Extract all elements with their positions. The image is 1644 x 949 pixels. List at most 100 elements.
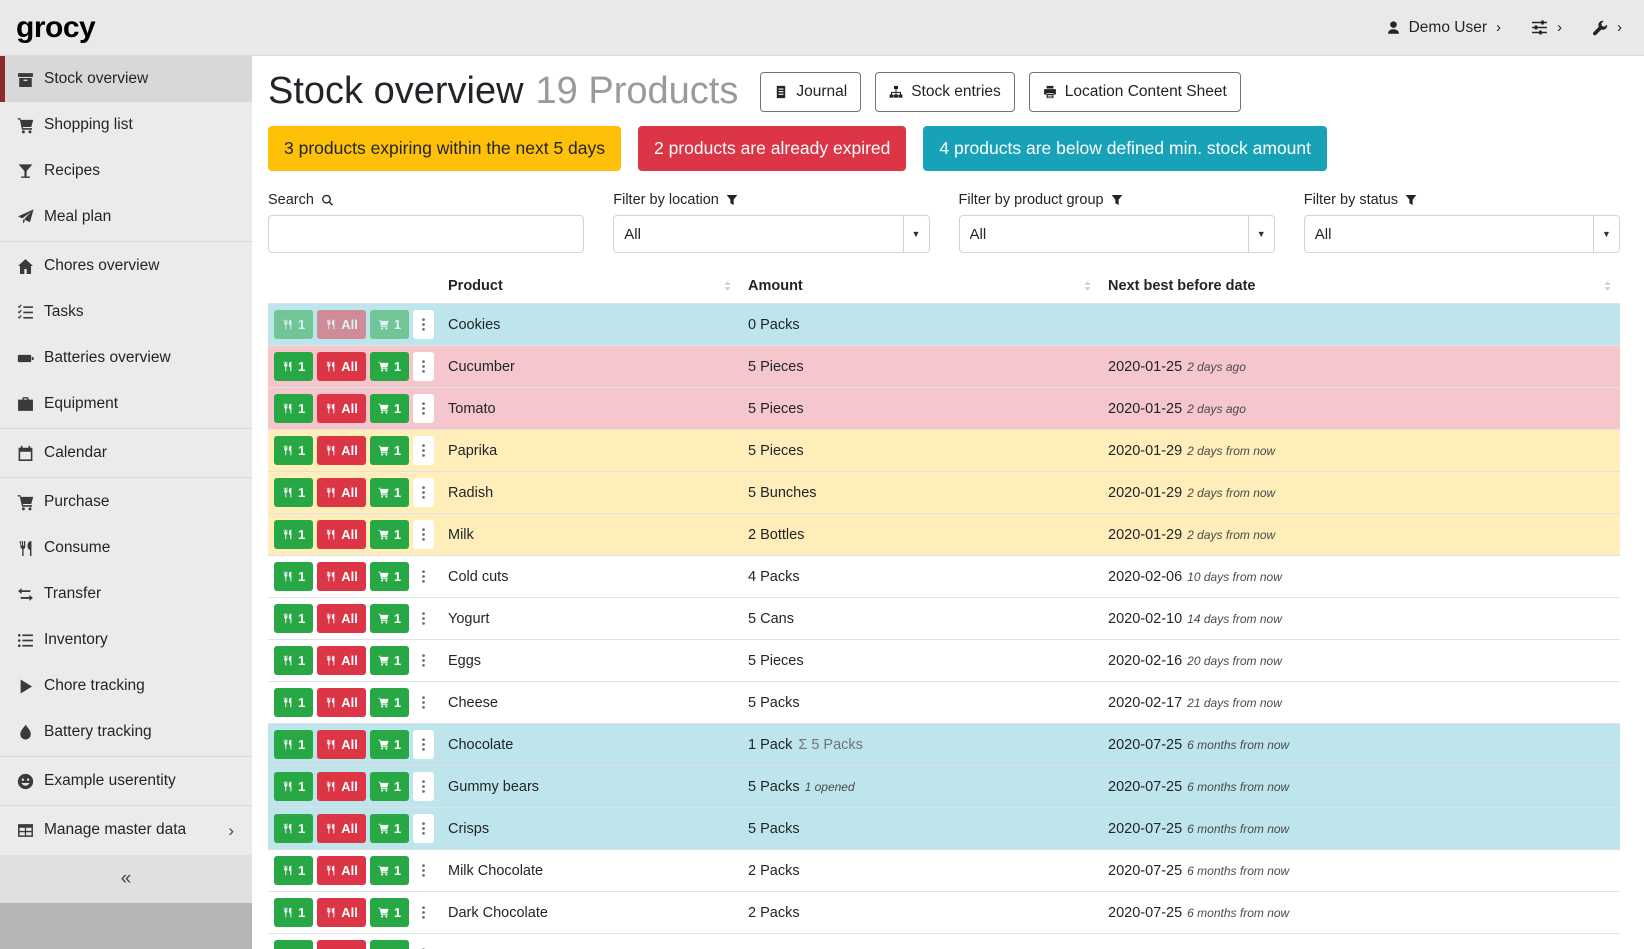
- row-menu-button[interactable]: [413, 856, 434, 885]
- consume-one-button[interactable]: 1: [274, 814, 313, 843]
- row-menu-button[interactable]: [413, 562, 434, 591]
- sidebar-item-equipment[interactable]: Equipment: [0, 381, 252, 427]
- add-to-shopping-list-button[interactable]: 1: [370, 478, 409, 507]
- expiring-soon-alert[interactable]: 3 products expiring within the next 5 da…: [268, 126, 621, 171]
- consume-all-button[interactable]: All: [317, 898, 366, 927]
- search-input[interactable]: [268, 215, 584, 253]
- consume-all-button[interactable]: All: [317, 520, 366, 549]
- consume-all-button[interactable]: All: [317, 394, 366, 423]
- row-menu-button[interactable]: [413, 814, 434, 843]
- row-menu-button[interactable]: [413, 604, 434, 633]
- add-to-shopping-list-button[interactable]: 1: [370, 520, 409, 549]
- consume-one-button[interactable]: 1: [274, 730, 313, 759]
- consume-all-button[interactable]: All: [317, 310, 366, 339]
- sidebar-item-chores-overview[interactable]: Chores overview: [0, 243, 252, 289]
- row-menu-button[interactable]: [413, 646, 434, 675]
- consume-all-button[interactable]: All: [317, 856, 366, 885]
- sidebar-item-consume[interactable]: Consume: [0, 525, 252, 571]
- add-to-shopping-list-button[interactable]: 1: [370, 688, 409, 717]
- sidebar-item-battery-tracking[interactable]: Battery tracking: [0, 709, 252, 755]
- sidebar-item-tasks[interactable]: Tasks: [0, 289, 252, 335]
- add-to-shopping-list-button[interactable]: 1: [370, 394, 409, 423]
- consume-one-button[interactable]: 1: [274, 688, 313, 717]
- sidebar-item-recipes[interactable]: Recipes: [0, 148, 252, 194]
- row-menu-button[interactable]: [413, 394, 434, 423]
- sidebar-item-chore-tracking[interactable]: Chore tracking: [0, 663, 252, 709]
- consume-all-button[interactable]: All: [317, 646, 366, 675]
- consume-one-button[interactable]: 1: [274, 520, 313, 549]
- status-filter-select[interactable]: All: [1304, 215, 1620, 253]
- consume-all-button[interactable]: All: [317, 604, 366, 633]
- row-menu-button[interactable]: [413, 898, 434, 927]
- consume-one-button[interactable]: 1: [274, 436, 313, 465]
- row-menu-button[interactable]: [413, 730, 434, 759]
- sidebar-item-calendar[interactable]: Calendar: [0, 430, 252, 476]
- expired-alert[interactable]: 2 products are already expired: [638, 126, 906, 171]
- below-min-stock-alert[interactable]: 4 products are below defined min. stock …: [923, 126, 1327, 171]
- consume-all-button[interactable]: All: [317, 730, 366, 759]
- sort-icon[interactable]: [1601, 280, 1614, 293]
- consume-all-button[interactable]: All: [317, 772, 366, 801]
- add-to-shopping-list-button[interactable]: 1: [370, 646, 409, 675]
- sidebar-item-shopping-list[interactable]: Shopping list: [0, 102, 252, 148]
- row-menu-button[interactable]: [413, 772, 434, 801]
- add-to-shopping-list-button[interactable]: 1: [370, 310, 409, 339]
- consume-one-button[interactable]: 1: [274, 646, 313, 675]
- amount-column-header[interactable]: Amount: [740, 269, 1100, 304]
- add-to-shopping-list-button[interactable]: 1: [370, 562, 409, 591]
- consume-one-button[interactable]: 1: [274, 856, 313, 885]
- add-to-shopping-list-button[interactable]: 1: [370, 814, 409, 843]
- sidebar-item-purchase[interactable]: Purchase: [0, 479, 252, 525]
- consume-one-button[interactable]: 1: [274, 562, 313, 591]
- add-to-shopping-list-button[interactable]: 1: [370, 730, 409, 759]
- stock-entries-button[interactable]: Stock entries: [875, 72, 1015, 112]
- consume-all-button[interactable]: All: [317, 436, 366, 465]
- row-menu-button[interactable]: [413, 478, 434, 507]
- settings-menu[interactable]: ›: [1531, 19, 1562, 36]
- sidebar-item-stock-overview[interactable]: Stock overview: [0, 56, 252, 102]
- app-logo[interactable]: grocy: [16, 11, 95, 45]
- consume-one-button[interactable]: 1: [274, 352, 313, 381]
- sidebar-collapse-button[interactable]: «: [0, 855, 252, 903]
- sidebar-item-example-userentity[interactable]: Example userentity: [0, 758, 252, 804]
- sidebar-item-inventory[interactable]: Inventory: [0, 617, 252, 663]
- consume-all-button[interactable]: All: [317, 562, 366, 591]
- location-filter-select[interactable]: All: [613, 215, 929, 253]
- sidebar-item-transfer[interactable]: Transfer: [0, 571, 252, 617]
- consume-one-button[interactable]: 1: [274, 604, 313, 633]
- consume-all-button[interactable]: All: [317, 352, 366, 381]
- consume-one-button[interactable]: 1: [274, 772, 313, 801]
- sidebar-item-meal-plan[interactable]: Meal plan: [0, 194, 252, 240]
- product-group-filter-select[interactable]: All: [959, 215, 1275, 253]
- product-column-header[interactable]: Product: [440, 269, 740, 304]
- add-to-shopping-list-button[interactable]: 1: [370, 898, 409, 927]
- consume-all-button[interactable]: All: [317, 814, 366, 843]
- journal-button[interactable]: Journal: [760, 72, 861, 112]
- sort-icon[interactable]: [721, 280, 734, 293]
- row-menu-button[interactable]: [413, 310, 434, 339]
- consume-all-button[interactable]: All: [317, 478, 366, 507]
- consume-one-button[interactable]: 1: [274, 394, 313, 423]
- consume-one-button[interactable]: 1: [274, 478, 313, 507]
- consume-one-button[interactable]: 1: [274, 310, 313, 339]
- best-before-column-header[interactable]: Next best before date: [1100, 269, 1620, 304]
- add-to-shopping-list-button[interactable]: 1: [370, 856, 409, 885]
- consume-one-button[interactable]: 1: [274, 898, 313, 927]
- row-menu-button[interactable]: [413, 520, 434, 549]
- consume-one-button[interactable]: 1: [274, 940, 313, 949]
- user-menu[interactable]: Demo User ›: [1386, 19, 1501, 37]
- row-menu-button[interactable]: [413, 352, 434, 381]
- add-to-shopping-list-button[interactable]: 1: [370, 940, 409, 949]
- row-menu-button[interactable]: [413, 940, 434, 949]
- sidebar-item-batteries-overview[interactable]: Batteries overview: [0, 335, 252, 381]
- row-menu-button[interactable]: [413, 436, 434, 465]
- location-content-sheet-button[interactable]: Location Content Sheet: [1029, 72, 1241, 112]
- sidebar-item-manage-master-data[interactable]: Manage master data›: [0, 807, 252, 853]
- add-to-shopping-list-button[interactable]: 1: [370, 604, 409, 633]
- add-to-shopping-list-button[interactable]: 1: [370, 352, 409, 381]
- add-to-shopping-list-button[interactable]: 1: [370, 436, 409, 465]
- sort-icon[interactable]: [1081, 280, 1094, 293]
- consume-all-button[interactable]: All: [317, 940, 366, 949]
- consume-all-button[interactable]: All: [317, 688, 366, 717]
- add-to-shopping-list-button[interactable]: 1: [370, 772, 409, 801]
